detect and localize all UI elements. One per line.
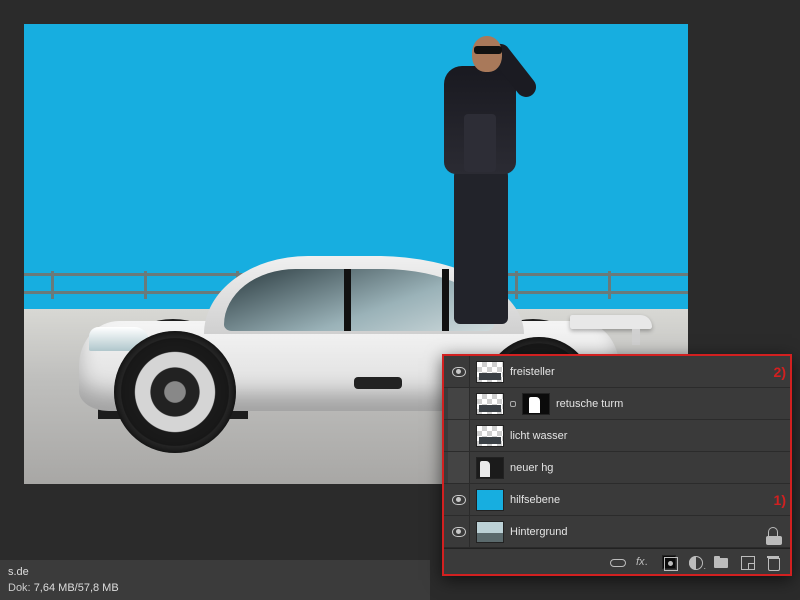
layer-row[interactable]: Hintergrund	[444, 516, 790, 548]
layer-row[interactable]: freisteller 2)	[444, 356, 790, 388]
layer-row[interactable]: licht wasser	[444, 420, 790, 452]
new-group-icon[interactable]	[714, 555, 728, 569]
link-layers-icon[interactable]	[610, 555, 624, 569]
layer-name[interactable]: licht wasser	[510, 430, 786, 442]
layer-thumbnail[interactable]	[476, 361, 504, 383]
layer-name[interactable]: hilfsebene	[510, 494, 766, 506]
layers-panel-footer: fx .	[444, 548, 790, 574]
layer-name[interactable]: neuer hg	[510, 462, 786, 474]
visibility-toggle[interactable]	[448, 420, 470, 451]
eye-icon	[452, 367, 466, 377]
layer-row[interactable]: retusche turm	[444, 388, 790, 420]
layer-row[interactable]: hilfsebene 1)	[444, 484, 790, 516]
doc-size-label: Dok:	[8, 582, 31, 594]
layer-fx-icon[interactable]: fx	[636, 555, 650, 569]
status-bar: s.de Dok: 7,64 MB/57,8 MB	[0, 560, 430, 600]
new-layer-icon[interactable]	[740, 555, 754, 569]
doc-size-value: 7,64 MB/57,8 MB	[34, 582, 119, 594]
layer-thumbnail[interactable]	[476, 521, 504, 543]
visibility-toggle[interactable]	[448, 484, 470, 515]
eye-icon	[452, 495, 466, 505]
tutorial-annotation: 1)	[774, 492, 786, 508]
visibility-toggle[interactable]	[448, 516, 470, 547]
layer-thumbnail[interactable]	[476, 425, 504, 447]
layer-thumbnail[interactable]	[476, 457, 504, 479]
url-fragment: s.de	[8, 564, 422, 580]
lock-icon	[768, 527, 778, 537]
layer-thumbnail[interactable]	[476, 489, 504, 511]
layers-list: freisteller 2) retusche turm licht wasser ne…	[444, 356, 790, 548]
tutorial-annotation: 2)	[774, 364, 786, 380]
layer-row[interactable]: neuer hg	[444, 452, 790, 484]
subject-person	[424, 24, 544, 324]
add-mask-icon[interactable]	[662, 555, 676, 569]
layer-name[interactable]: retusche turm	[556, 398, 786, 410]
adjustment-layer-icon[interactable]: .	[688, 555, 702, 569]
mask-link-icon[interactable]	[510, 401, 516, 407]
visibility-toggle[interactable]	[448, 356, 470, 387]
layers-panel[interactable]: freisteller 2) retusche turm licht wasser ne…	[442, 354, 792, 576]
eye-icon	[452, 527, 466, 537]
delete-layer-icon[interactable]	[766, 555, 780, 569]
layer-name[interactable]: Hintergrund	[510, 526, 762, 538]
visibility-toggle[interactable]	[448, 388, 470, 419]
visibility-toggle[interactable]	[448, 452, 470, 483]
layer-name[interactable]: freisteller	[510, 366, 766, 378]
layer-thumbnail[interactable]	[476, 393, 504, 415]
layer-mask-thumbnail[interactable]	[522, 393, 550, 415]
